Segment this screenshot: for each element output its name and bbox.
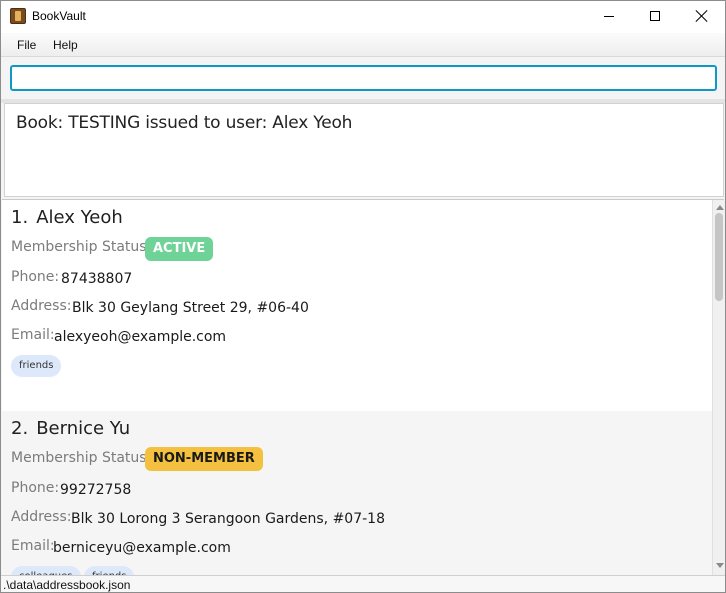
minimize-icon (604, 15, 614, 17)
command-input[interactable] (10, 65, 717, 91)
person-index: 2. (11, 418, 29, 439)
membership-label: Membership Status: (11, 239, 152, 255)
address-value: Blk 30 Geylang Street 29, #06-40 (72, 300, 309, 316)
phone-value: 99272758 (60, 482, 132, 498)
scroll-up-icon[interactable] (716, 205, 724, 210)
person-name-text: Alex Yeoh (36, 207, 123, 228)
list-scrollbar[interactable] (712, 200, 725, 575)
status-badge: NON-MEMBER (145, 447, 263, 471)
app-window: BookVault File Help Book: TESTING issued… (0, 0, 726, 593)
close-icon (696, 10, 708, 22)
phone-label: Phone: (11, 269, 60, 285)
email-value: alexyeoh@example.com (54, 329, 227, 345)
membership-label: Membership Status: (11, 450, 152, 466)
person-card[interactable]: 1. Alex Yeoh Membership Status: ACTIVE Ph… (2, 200, 712, 410)
close-button[interactable] (679, 1, 725, 31)
maximize-icon (650, 11, 660, 21)
status-badge: ACTIVE (145, 237, 214, 261)
tag: colleagues (11, 566, 81, 575)
person-name-text: Bernice Yu (36, 418, 131, 439)
phone-value: 87438807 (61, 271, 133, 287)
person-card[interactable]: 2. Bernice Yu Membership Status: NON-MEMB… (2, 411, 712, 575)
person-list[interactable]: 1. Alex Yeoh Membership Status: ACTIVE Ph… (2, 199, 724, 575)
menu-help[interactable]: Help (53, 38, 78, 52)
menu-file[interactable]: File (17, 38, 36, 52)
tag: friends (84, 566, 135, 575)
window-title: BookVault (32, 9, 86, 23)
email-value: berniceyu@example.com (53, 540, 231, 556)
person-index: 1. (11, 207, 29, 228)
phone-label: Phone: (11, 480, 60, 496)
person-name: 1. Alex Yeoh (11, 207, 123, 228)
menu-bar: File Help (1, 33, 725, 57)
scroll-thumb[interactable] (715, 213, 723, 301)
result-message: Book: TESTING issued to user: Alex Yeoh (16, 113, 353, 133)
status-bar: .\data\addressbook.json (1, 575, 725, 592)
scroll-down-icon[interactable] (716, 563, 724, 568)
result-display: Book: TESTING issued to user: Alex Yeoh (4, 103, 724, 197)
email-label: Email: (11, 327, 55, 343)
maximize-button[interactable] (632, 1, 678, 31)
book-app-icon (10, 8, 26, 24)
email-label: Email: (11, 538, 55, 554)
title-bar[interactable]: BookVault (1, 1, 725, 33)
save-location: .\data\addressbook.json (3, 578, 131, 592)
address-label: Address: (11, 298, 72, 314)
minimize-button[interactable] (586, 1, 632, 31)
tag: friends (11, 355, 62, 377)
address-label: Address: (11, 509, 72, 525)
address-value: Blk 30 Lorong 3 Serangoon Gardens, #07-1… (71, 511, 385, 527)
command-box (1, 58, 725, 99)
person-name: 2. Bernice Yu (11, 418, 130, 439)
